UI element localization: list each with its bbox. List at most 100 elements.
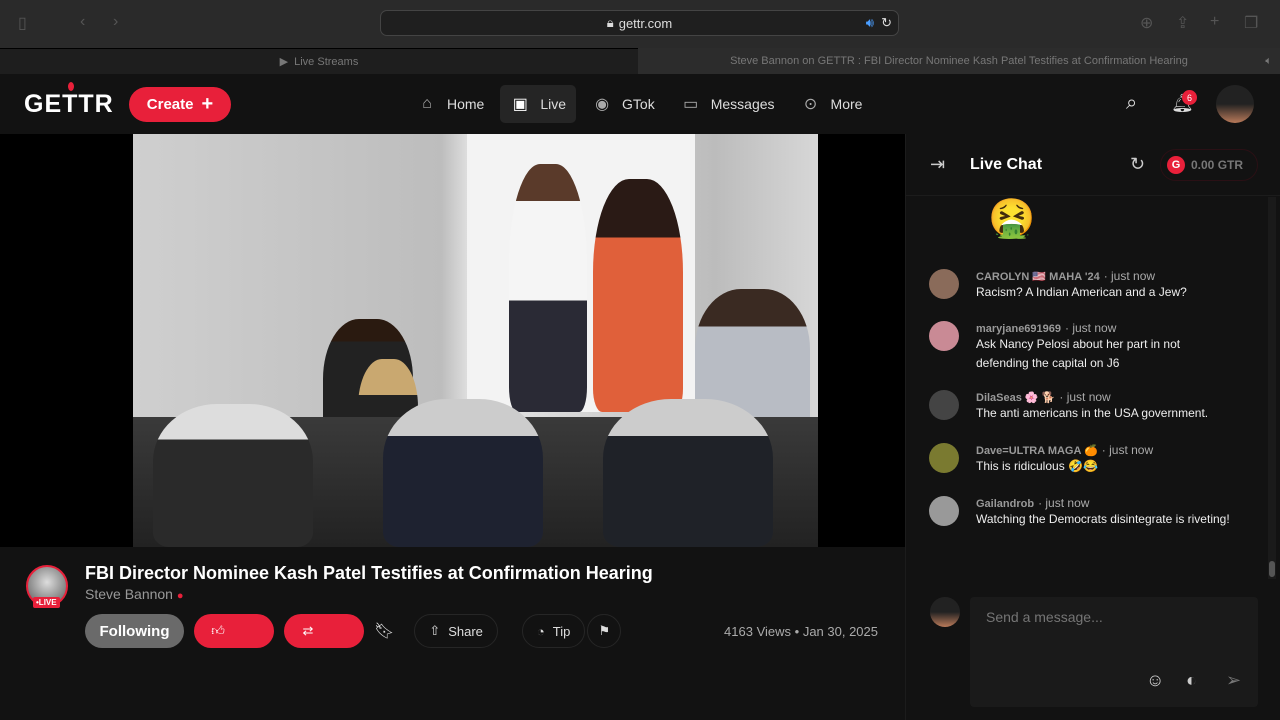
- channel-name[interactable]: Steve Bannon ●: [85, 586, 184, 602]
- nav-live[interactable]: ▣ Live: [500, 85, 577, 123]
- nav-label: GTok: [622, 96, 655, 112]
- send-icon[interactable]: ➢: [1226, 670, 1241, 691]
- post-date: Jan 30, 2025: [802, 624, 878, 639]
- reload-icon[interactable]: ↻: [881, 15, 892, 31]
- repost-icon: ⇄: [302, 623, 314, 638]
- speaker-icon[interactable]: 🔈︎: [1265, 55, 1272, 68]
- live-badge: •LIVE: [33, 597, 60, 608]
- nav-label: Home: [447, 96, 485, 112]
- chat-compose: ☺ ◐ ➢: [970, 597, 1258, 707]
- chat-text: Watching the Democrats disintegrate is r…: [976, 512, 1230, 526]
- emoji-icon[interactable]: ☺: [1146, 670, 1164, 691]
- chat-time: · just now: [1065, 321, 1117, 335]
- chat-text: The anti americans in the USA government…: [976, 406, 1209, 420]
- download-icon[interactable]: ⊕: [1140, 13, 1153, 33]
- nav-more[interactable]: ⊙ More: [791, 85, 873, 123]
- live-icon: ▣: [512, 96, 528, 113]
- plus-icon: +: [201, 93, 214, 115]
- sidebar-icon[interactable]: ▯: [18, 13, 27, 33]
- my-avatar: [930, 597, 960, 627]
- chat-username[interactable]: Dave=ULTRA MAGA 🍊 · just now: [976, 443, 1153, 457]
- tip-icon: ◔: [536, 623, 545, 639]
- lock-icon: 🔒︎: [606, 15, 614, 30]
- share-label: Share: [448, 623, 483, 639]
- share-icon: ⇧: [429, 623, 441, 638]
- tip-label: Tip: [552, 623, 571, 639]
- chat-username[interactable]: DilaSeas 🌸 🐕 · just now: [976, 390, 1208, 404]
- create-label: Create: [146, 96, 194, 113]
- video-title: FBI Director Nominee Kash Patel Testifie…: [85, 563, 653, 583]
- author-name[interactable]: Steve Bannon: [85, 586, 173, 602]
- username[interactable]: maryjane691969: [976, 323, 1061, 335]
- create-button[interactable]: Create +: [129, 87, 231, 122]
- username[interactable]: Dave=ULTRA MAGA 🍊: [976, 445, 1098, 457]
- bookmark-icon[interactable]: 🔖︎: [374, 621, 394, 641]
- top-nav: GETTR Create + ⌂ Home ▣ Live ◉ GTok ▭ Message…: [0, 74, 1280, 134]
- nav-label: More: [830, 96, 863, 112]
- gettr-logo[interactable]: GETTR: [24, 82, 114, 119]
- chat-message: maryjane691969 · just now Ask Nancy Pelos…: [929, 321, 1236, 373]
- audio-icon[interactable]: 🔊︎: [866, 15, 874, 31]
- play-icon: ▶: [279, 56, 289, 68]
- share-button[interactable]: ⇧ Share: [414, 614, 498, 648]
- tab-label: Live Streams: [294, 55, 359, 68]
- chat-avatar[interactable]: [929, 443, 959, 473]
- chat-text: This is ridiculous 🤣😂: [976, 459, 1098, 473]
- chat-username[interactable]: maryjane691969 · just now: [976, 321, 1236, 335]
- poster: [467, 134, 695, 412]
- nav-label: Messages: [710, 96, 775, 112]
- chat-scrollbar[interactable]: [1268, 197, 1276, 579]
- username[interactable]: CAROLYN 🇺🇸 MAHA '24: [976, 271, 1100, 283]
- notification-badge: 6: [1182, 90, 1197, 105]
- user-avatar[interactable]: [1216, 85, 1254, 123]
- video-frame: [133, 134, 818, 547]
- more-icon: ⊙: [803, 96, 818, 113]
- share-icon[interactable]: ⇪: [1176, 13, 1189, 33]
- forward-icon[interactable]: ›: [113, 13, 118, 31]
- tip-button[interactable]: ◔ Tip: [521, 614, 586, 648]
- tab-current[interactable]: Steve Bannon on GETTR : FBI Director Nom…: [638, 48, 1280, 74]
- nav-messages[interactable]: ▭ Messages: [671, 85, 785, 123]
- chat-time: · just now: [1038, 496, 1090, 510]
- collapse-chat-icon[interactable]: ⇥: [930, 154, 945, 175]
- username[interactable]: Gailandrob: [976, 498, 1034, 510]
- verified-icon: ●: [176, 590, 184, 602]
- gtr-balance[interactable]: G 0.00 GTR: [1160, 149, 1258, 181]
- repost-button[interactable]: ⇄: [284, 614, 364, 648]
- chat-avatar[interactable]: [929, 390, 959, 420]
- chat-text: Racism? A Indian American and a Jew?: [976, 285, 1187, 299]
- refresh-icon[interactable]: ↻: [1130, 154, 1145, 175]
- chat-username[interactable]: Gailandrob · just now: [976, 496, 1230, 510]
- chat-time: · just now: [1059, 390, 1111, 404]
- username[interactable]: DilaSeas 🌸 🐕: [976, 392, 1055, 404]
- live-chat-panel: ⇥ Live Chat ↻ G 0.00 GTR 🤮 CAROLYN 🇺🇸 MAH…: [905, 134, 1280, 720]
- chat-message: CAROLYN 🇺🇸 MAHA '24 · just now Racism? A …: [929, 269, 1187, 302]
- message-input[interactable]: [970, 597, 1258, 637]
- tab-overview-icon[interactable]: ❐: [1244, 13, 1258, 33]
- back-icon[interactable]: ‹: [80, 13, 85, 31]
- sticker-icon[interactable]: ◐: [1186, 670, 1197, 691]
- report-button[interactable]: ⚑: [587, 614, 622, 648]
- chat-avatar[interactable]: [929, 321, 959, 351]
- search-icon[interactable]: ⌕: [1126, 92, 1137, 115]
- following-button[interactable]: Following: [85, 614, 184, 648]
- address-bar[interactable]: 🔒︎ gettr.com 🔊︎ ↻: [380, 10, 899, 36]
- chat-avatar[interactable]: [929, 269, 959, 299]
- nav-home[interactable]: ⌂ Home: [407, 85, 494, 123]
- new-tab-icon[interactable]: +: [1210, 13, 1219, 31]
- balance-text: 0.00 GTR: [1191, 158, 1244, 172]
- chat-message: Gailandrob · just now Watching the Democr…: [929, 496, 1230, 529]
- video-player[interactable]: [0, 134, 905, 547]
- nav-label: Live: [540, 96, 567, 112]
- gtr-coin-icon: G: [1167, 156, 1185, 174]
- home-icon: ⌂: [422, 95, 432, 112]
- nav-gtok[interactable]: ◉ GTok: [582, 85, 665, 123]
- view-stats: 4163 Views • Jan 30, 2025: [724, 624, 878, 639]
- like-button[interactable]: 👍︎: [194, 614, 274, 648]
- chat-avatar[interactable]: [929, 496, 959, 526]
- chat-username[interactable]: CAROLYN 🇺🇸 MAHA '24 · just now: [976, 269, 1187, 283]
- tab-label: Steve Bannon on GETTR : FBI Director Nom…: [730, 55, 1188, 67]
- chat-message: Dave=ULTRA MAGA 🍊 · just now This is ridi…: [929, 443, 1153, 476]
- chat-time: · just now: [1103, 269, 1156, 283]
- tab-live-streams[interactable]: ▶ Live Streams: [0, 48, 638, 74]
